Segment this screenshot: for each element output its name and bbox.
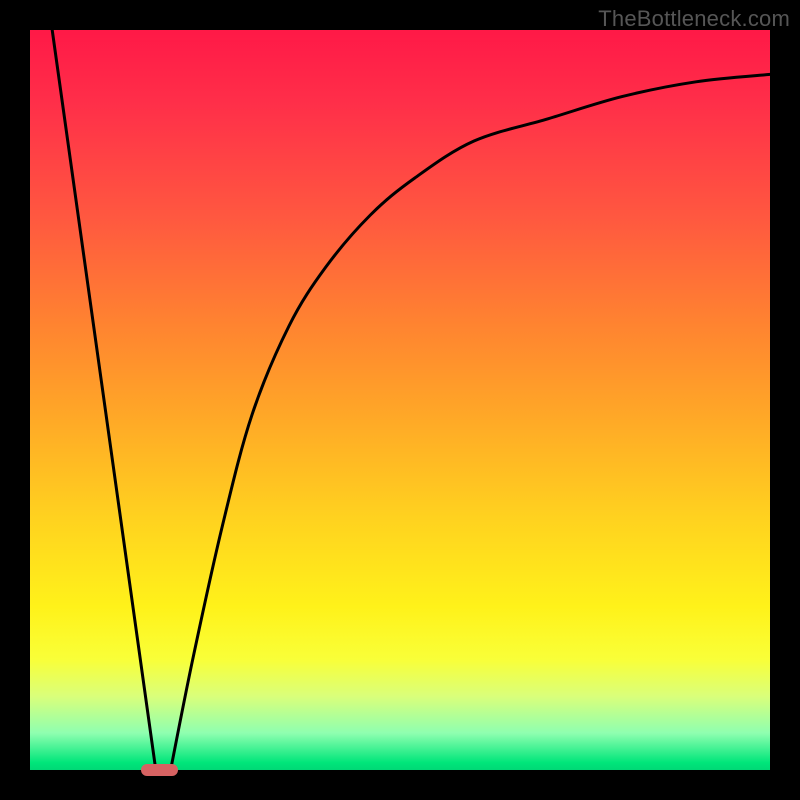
plot-area [30, 30, 770, 770]
curve-right-branch [171, 74, 770, 770]
curve-layer [30, 30, 770, 770]
watermark-text: TheBottleneck.com [598, 6, 790, 32]
curve-left-branch [52, 30, 156, 770]
bottleneck-marker [141, 764, 178, 776]
chart-frame: TheBottleneck.com [0, 0, 800, 800]
